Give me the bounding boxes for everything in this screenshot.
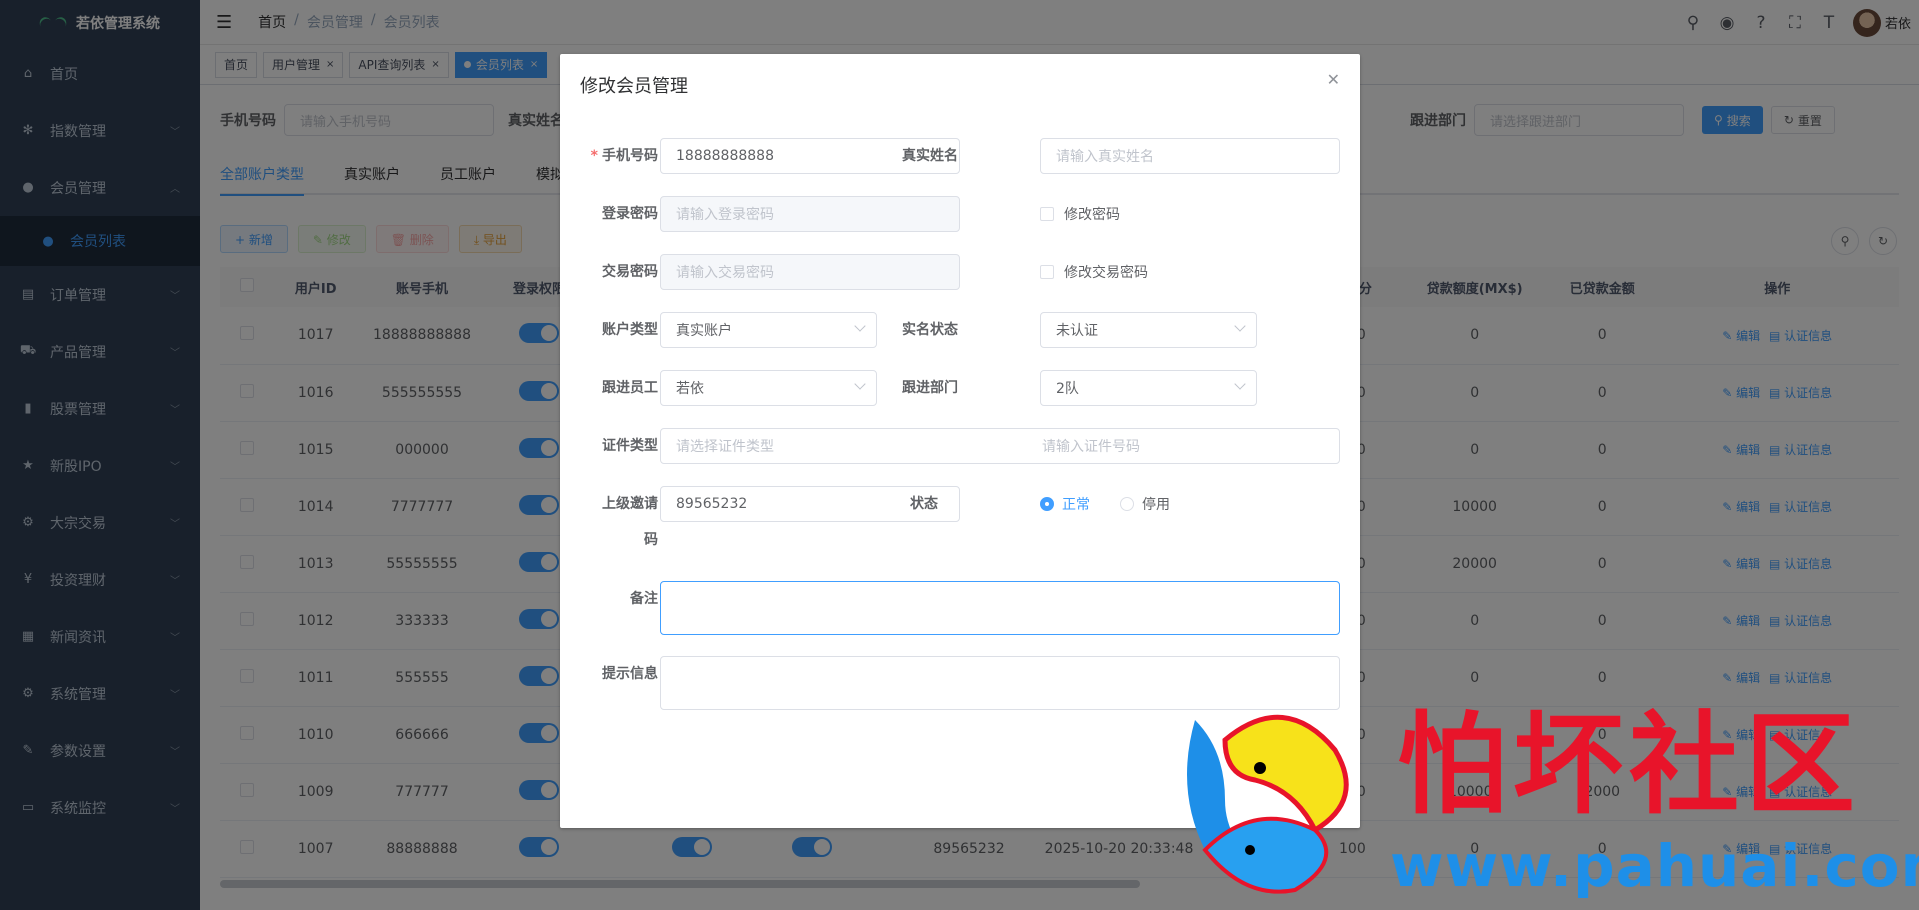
cert-number-input[interactable]: 请输入证件号码 xyxy=(1042,436,1140,456)
cert-field[interactable]: 请选择证件类型 请输入证件号码 xyxy=(660,428,1340,464)
cert-type-label: 证件类型 xyxy=(602,438,658,454)
form-row: 账户类型 真实账户 实名状态 未认证 xyxy=(560,312,1360,348)
checkbox-label: 修改密码 xyxy=(1064,207,1120,223)
checkbox-box xyxy=(1040,207,1054,221)
realname-field[interactable]: 请输入真实姓名 xyxy=(1040,138,1340,174)
form-row: 证件类型 请选择证件类型 请输入证件号码 xyxy=(560,428,1360,464)
login-password-field[interactable]: 请输入登录密码 xyxy=(660,196,960,232)
select-value: 2队 xyxy=(1056,381,1079,397)
realname-status-label: 实名状态 xyxy=(902,322,958,338)
trade-password-field[interactable]: 请输入交易密码 xyxy=(660,254,960,290)
dialog-title: 修改会员管理 xyxy=(580,76,688,97)
select-value: 未认证 xyxy=(1056,323,1098,339)
chevron-down-icon xyxy=(1234,378,1246,390)
trade-password-label: 交易密码 xyxy=(602,264,658,280)
remark-label: 备注 xyxy=(630,591,658,607)
form-row: 交易密码 请输入交易密码 修改交易密码 xyxy=(560,254,1360,290)
form-row: 登录密码 请输入登录密码 修改密码 xyxy=(560,196,1360,232)
status-normal-radio[interactable]: 正常 xyxy=(1040,494,1090,514)
invite-code-label-wrap: 码 xyxy=(644,532,658,548)
staff-label: 跟进员工 xyxy=(602,380,658,396)
select-value: 若依 xyxy=(676,381,704,397)
radio-label: 正常 xyxy=(1062,497,1090,513)
chevron-down-icon xyxy=(1234,320,1246,332)
login-password-label: 登录密码 xyxy=(602,206,658,222)
remark-textarea[interactable] xyxy=(660,581,1340,635)
dept-select[interactable]: 2队 xyxy=(1040,370,1257,406)
select-value: 真实账户 xyxy=(676,323,732,339)
form-row: 跟进员工 若依 跟进部门 2队 xyxy=(560,370,1360,406)
change-password-checkbox[interactable]: 修改密码 xyxy=(1040,196,1120,232)
account-type-label: 账户类型 xyxy=(602,322,658,338)
edit-member-dialog: 修改会员管理 ✕ * 手机号码 18888888888 真实姓名 请输入真实姓名 … xyxy=(560,54,1360,828)
close-icon[interactable]: ✕ xyxy=(1327,70,1340,89)
realname-label: 真实姓名 xyxy=(902,148,958,164)
realname-status-select[interactable]: 未认证 xyxy=(1040,312,1257,348)
invite-label-line: 上级邀请 xyxy=(602,496,658,512)
cert-type-select[interactable]: 请选择证件类型 xyxy=(676,436,774,456)
change-trade-password-checkbox[interactable]: 修改交易密码 xyxy=(1040,254,1148,290)
radio-dot xyxy=(1040,497,1054,511)
phone-label: * 手机号码 xyxy=(590,148,658,164)
tip-label: 提示信息 xyxy=(602,666,658,682)
checkbox-label: 修改交易密码 xyxy=(1064,265,1148,281)
form-row: * 手机号码 18888888888 真实姓名 请输入真实姓名 xyxy=(560,138,1360,174)
checkbox-box xyxy=(1040,265,1054,279)
staff-select[interactable]: 若依 xyxy=(660,370,877,406)
radio-label: 停用 xyxy=(1142,497,1170,513)
radio-dot xyxy=(1120,497,1134,511)
status-radio-group: 正常 停用 xyxy=(1040,486,1170,522)
account-type-select[interactable]: 真实账户 xyxy=(660,312,877,348)
phone-label-text: 手机号码 xyxy=(602,148,658,164)
invite-code-label: 上级邀请 xyxy=(560,486,670,522)
status-disabled-radio[interactable]: 停用 xyxy=(1120,494,1170,514)
dept-label: 跟进部门 xyxy=(902,380,958,396)
tip-textarea[interactable] xyxy=(660,656,1340,710)
form-row: 上级邀请 码 89565232 状态 正常 停用 xyxy=(560,486,1360,548)
status-label: 状态 xyxy=(910,496,938,512)
